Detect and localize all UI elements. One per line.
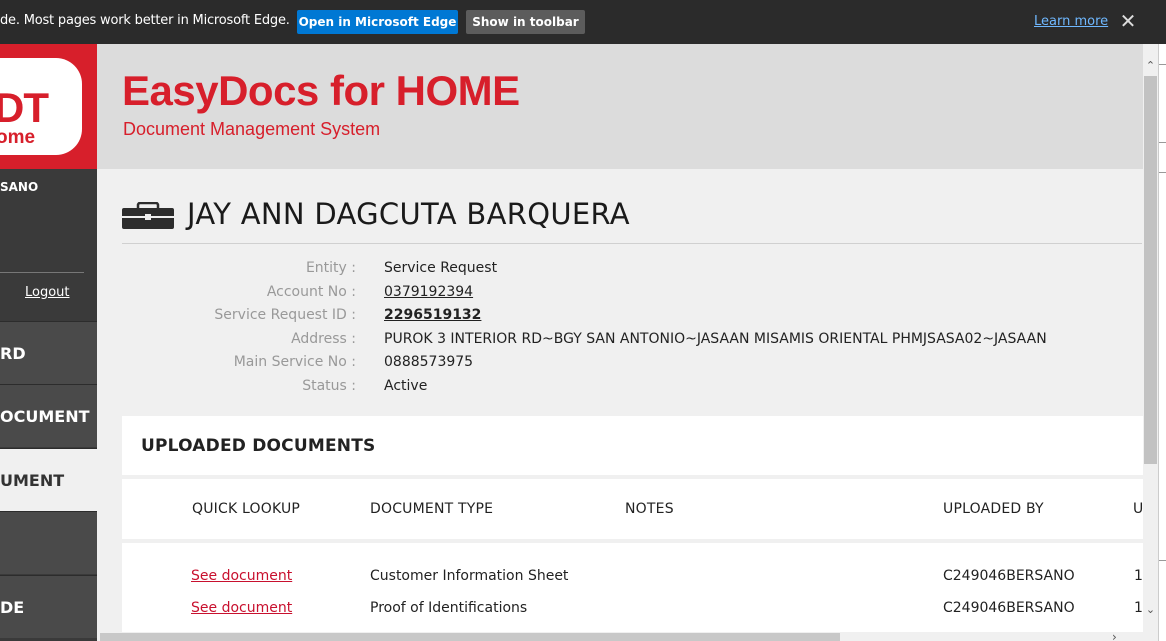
logo-subtext: ome: [0, 127, 36, 148]
sidebar-item-label: UMENT: [0, 471, 65, 490]
app-header: EasyDocs for HOME Document Management Sy…: [97, 44, 1144, 169]
column-header-truncated: U: [1133, 501, 1144, 517]
app-title: EasyDocs for HOME: [122, 67, 520, 114]
vertical-scroll-thumb[interactable]: [1144, 76, 1157, 464]
scroll-up-arrow-icon[interactable]: ⌃: [1143, 58, 1158, 74]
briefcase-icon: [122, 202, 174, 229]
documents-table-header: QUICK LOOKUP DOCUMENT TYPE NOTES UPLOADE…: [122, 479, 1143, 539]
truncated-cell: 1: [1134, 600, 1143, 616]
sidebar: DT ome SANO Logout RD OCUMENT UMENT DE: [0, 44, 97, 641]
main-service-no-label: Main Service No :: [233, 354, 356, 370]
column-header-uploaded-by: UPLOADED BY: [943, 501, 1044, 517]
learn-more-link[interactable]: Learn more: [1034, 14, 1108, 29]
sidebar-item-label: OCUMENT: [0, 407, 90, 426]
account-no-link[interactable]: 0379192394: [384, 284, 473, 300]
see-document-link[interactable]: See document: [191, 568, 292, 584]
sidebar-item-1[interactable]: RD: [0, 321, 97, 384]
infobar-message: de. Most pages work better in Microsoft …: [0, 13, 290, 28]
horizontal-scroll-thumb[interactable]: [100, 633, 840, 641]
user-name: SANO: [0, 180, 39, 194]
documents-panel-header: UPLOADED DOCUMENTS: [122, 416, 1143, 475]
edge-tick: [1159, 64, 1166, 65]
record-name: JAY ANN DAGCUTA BARQUERA: [187, 197, 630, 231]
sidebar-item-label: DE: [0, 598, 25, 617]
scroll-right-arrow-icon[interactable]: ›: [1112, 630, 1117, 641]
window-edge: [1158, 44, 1166, 641]
main-service-no-value: 0888573975: [384, 354, 474, 370]
service-request-id-link[interactable]: 2296519132: [384, 307, 481, 323]
title-divider: [122, 243, 1142, 244]
close-icon[interactable]: ✕: [1118, 10, 1138, 32]
edge-tick: [1159, 142, 1166, 143]
scroll-down-arrow-icon[interactable]: ⌄: [1143, 602, 1158, 618]
app-subtitle: Document Management System: [123, 119, 381, 139]
entity-value: Service Request: [384, 260, 498, 276]
document-type-cell: Proof of Identifications: [370, 600, 528, 616]
column-header-document-type: DOCUMENT TYPE: [370, 501, 494, 517]
logo-text: DT: [0, 84, 49, 131]
sidebar-item-label: RD: [0, 344, 26, 363]
column-header-notes: NOTES: [625, 501, 674, 517]
documents-title: UPLOADED DOCUMENTS: [141, 436, 376, 456]
address-label: Address :: [291, 331, 356, 347]
entity-label: Entity :: [305, 260, 356, 276]
sidebar-item-3-active[interactable]: UMENT: [0, 448, 97, 511]
edge-tick: [1159, 172, 1166, 173]
truncated-cell: 1: [1134, 568, 1143, 584]
document-type-cell: Customer Information Sheet: [370, 568, 569, 584]
documents-table-body: See document Customer Information Sheet …: [122, 543, 1143, 632]
uploaded-by-cell: C249046BERSANO: [943, 600, 1075, 616]
status-value: Active: [384, 378, 428, 394]
logout-link[interactable]: Logout: [25, 285, 70, 300]
address-value: PUROK 3 INTERIOR RD~BGY SAN ANTONIO~JASA…: [384, 331, 1047, 347]
status-label: Status :: [302, 378, 356, 394]
account-no-label: Account No :: [266, 284, 356, 300]
edge-infobar: de. Most pages work better in Microsoft …: [0, 0, 1166, 44]
sidebar-logo: DT ome: [0, 44, 97, 169]
sidebar-divider: [0, 272, 84, 273]
sidebar-item-4[interactable]: [0, 511, 97, 574]
show-in-toolbar-button[interactable]: Show in toolbar: [466, 10, 585, 34]
open-in-edge-button[interactable]: Open in Microsoft Edge: [297, 10, 458, 34]
column-header-quick-lookup: QUICK LOOKUP: [192, 501, 301, 517]
uploaded-by-cell: C249046BERSANO: [943, 568, 1075, 584]
sidebar-item-2[interactable]: OCUMENT: [0, 384, 97, 447]
service-request-id-label: Service Request ID :: [214, 307, 356, 323]
see-document-link[interactable]: See document: [191, 600, 292, 616]
sidebar-item-5[interactable]: DE: [0, 575, 97, 638]
edge-tick: [1159, 560, 1166, 561]
